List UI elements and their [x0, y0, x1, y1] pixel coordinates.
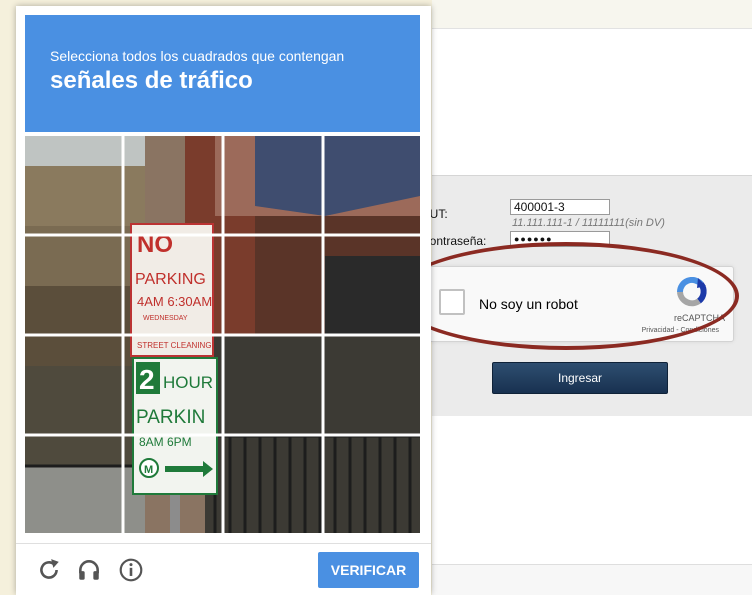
grid-tile-1-1[interactable] — [25, 136, 122, 233]
grid-tile-3-1[interactable] — [25, 336, 122, 433]
reload-icon[interactable] — [36, 557, 62, 583]
rut-field[interactable]: 400001-3 — [510, 199, 610, 215]
challenge-instruction: Selecciona todos los cuadrados que conte… — [50, 48, 345, 64]
info-icon[interactable] — [118, 557, 144, 583]
page-header-area — [432, 29, 752, 175]
challenge-image-grid: NO PARKING 4AM 6:30AM WEDNESDAY STREET C… — [25, 136, 420, 533]
page-content-area — [432, 416, 752, 564]
grid-tile-4-4[interactable] — [324, 436, 420, 533]
audio-headphones-icon[interactable] — [76, 557, 102, 583]
grid-tile-1-4[interactable] — [324, 136, 420, 233]
grid-tile-3-4[interactable] — [324, 336, 420, 433]
grid-tile-1-2[interactable] — [124, 136, 221, 233]
challenge-header: Selecciona todos los cuadrados que conte… — [25, 15, 420, 132]
grid-tile-4-2[interactable] — [124, 436, 221, 533]
ingresar-button[interactable]: Ingresar — [492, 362, 668, 394]
grid-tile-3-2[interactable] — [124, 336, 221, 433]
grid-tile-4-1[interactable] — [25, 436, 122, 533]
grid-tile-1-3[interactable] — [224, 136, 321, 233]
rut-hint: 11.111.111-1 / 11111111(sin DV) — [512, 217, 665, 229]
captcha-challenge-panel: Selecciona todos los cuadrados que conte… — [16, 6, 431, 595]
grid-tile-2-4[interactable] — [324, 236, 420, 333]
page-footer — [432, 564, 752, 595]
verify-button[interactable]: VERIFICAR — [318, 552, 419, 588]
grid-tile-2-1[interactable] — [25, 236, 122, 333]
highlight-oval — [393, 242, 739, 350]
grid-tile-2-2[interactable] — [124, 236, 221, 333]
page-top-bar — [432, 0, 752, 29]
grid-tile-4-3[interactable] — [224, 436, 321, 533]
challenge-footer: VERIFICAR — [16, 543, 431, 595]
challenge-target: señales de tráfico — [50, 67, 253, 94]
grid-tile-3-3[interactable] — [224, 336, 321, 433]
grid-tile-2-3[interactable] — [224, 236, 321, 333]
